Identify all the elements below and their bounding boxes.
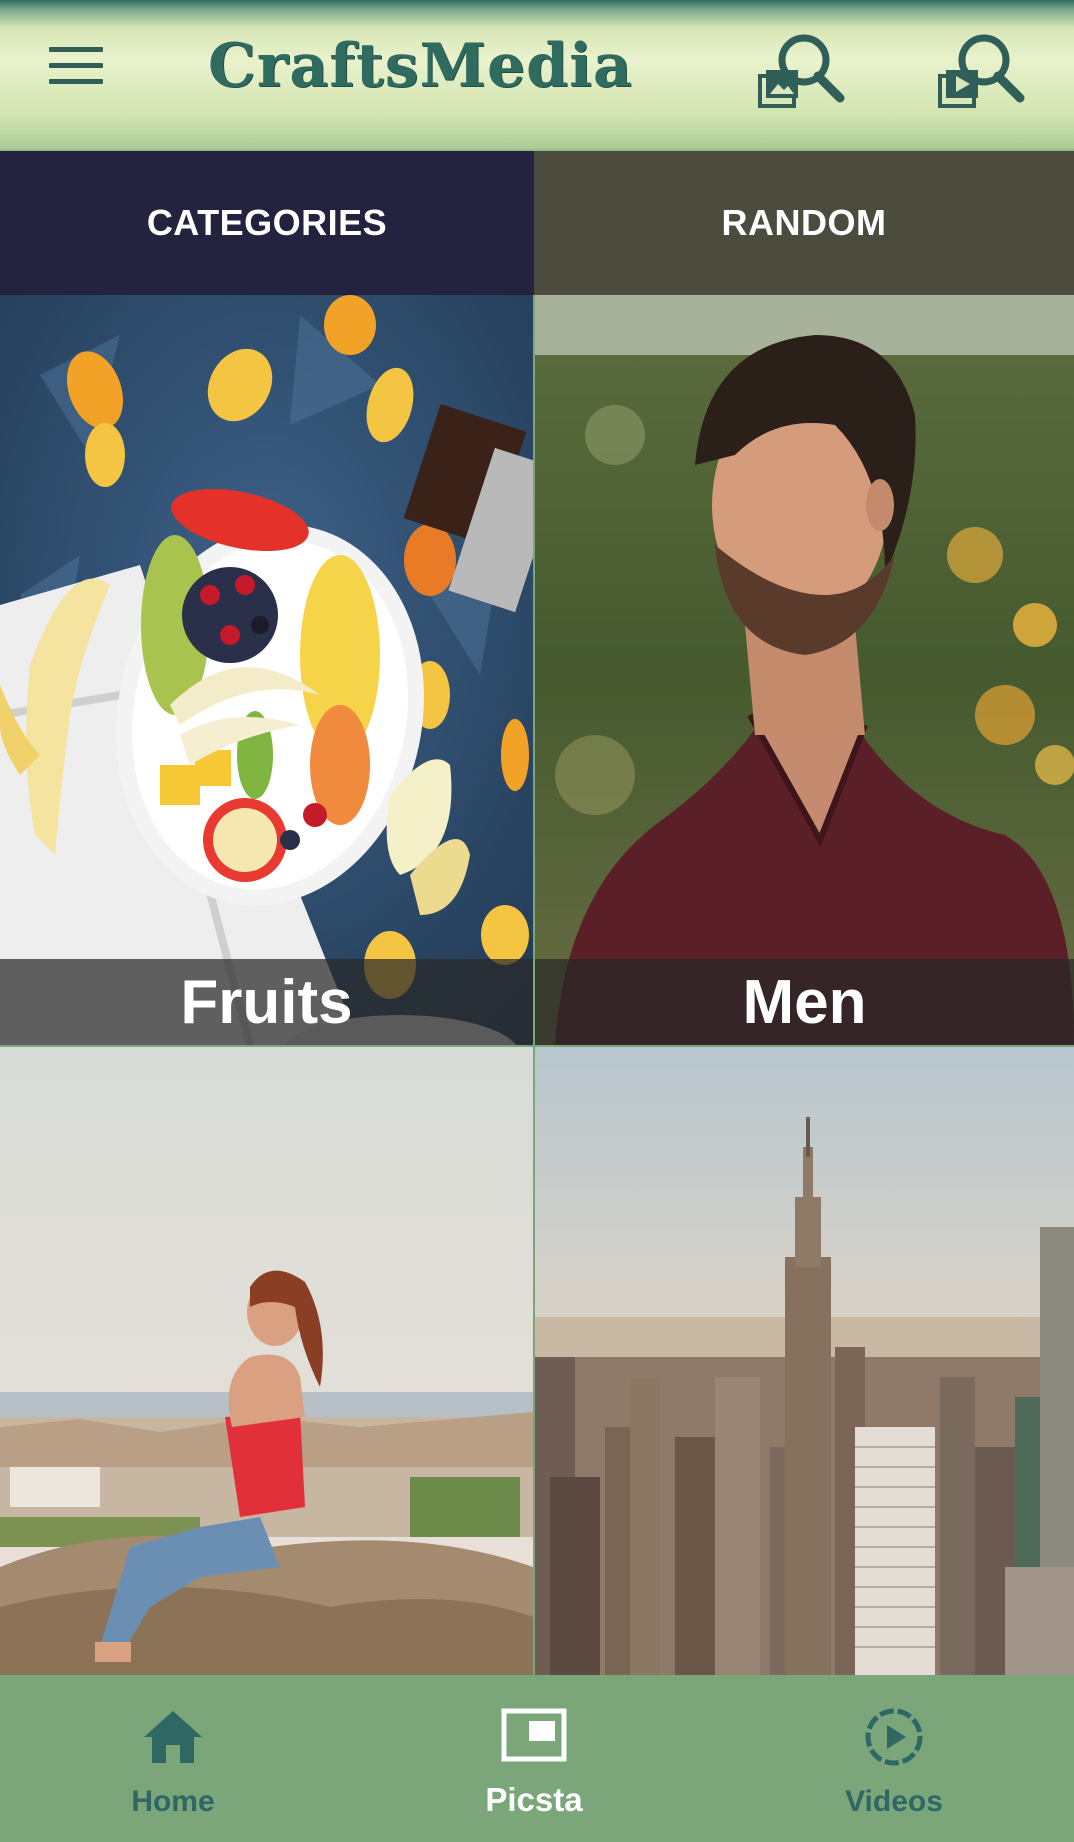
city-skyline-image: [535, 1047, 1074, 1675]
tile-caption: Fruits: [0, 959, 533, 1045]
nav-home-label: Home: [131, 1785, 215, 1818]
video-search-icon[interactable]: [932, 24, 1028, 120]
nav-videos-label: Videos: [845, 1785, 943, 1818]
category-grid: Fruits Men: [0, 295, 1074, 1675]
image-search-icon[interactable]: [752, 24, 848, 120]
category-tile-men[interactable]: Men: [535, 295, 1074, 1045]
picture-frame-icon: [501, 1708, 567, 1762]
tab-bar: CATEGORIES RANDOM: [0, 151, 1074, 295]
tab-random[interactable]: RANDOM: [534, 151, 1074, 295]
tab-categories[interactable]: CATEGORIES: [0, 151, 534, 295]
play-circle-icon: [865, 1708, 923, 1766]
category-tile-fruits[interactable]: Fruits: [0, 295, 533, 1045]
nav-picsta-label: Picsta: [485, 1781, 583, 1818]
home-icon: [144, 1711, 202, 1763]
woman-on-rock-image: [0, 1047, 533, 1675]
man-portrait-image: [535, 295, 1074, 1045]
category-tile-4[interactable]: [535, 1047, 1074, 1675]
app-bar: CraftsMedia: [0, 0, 1074, 151]
nav-picsta[interactable]: Picsta: [404, 1675, 664, 1842]
nav-home[interactable]: Home: [43, 1675, 303, 1842]
app-title: CraftsMedia: [208, 31, 633, 101]
bottom-navigation: Home Picsta Videos: [0, 1675, 1074, 1842]
category-tile-3[interactable]: [0, 1047, 533, 1675]
nav-videos[interactable]: Videos: [764, 1675, 1024, 1842]
tile-caption: Men: [535, 959, 1074, 1045]
fruit-platter-image: [0, 295, 533, 1045]
hamburger-menu-icon[interactable]: [46, 43, 106, 87]
